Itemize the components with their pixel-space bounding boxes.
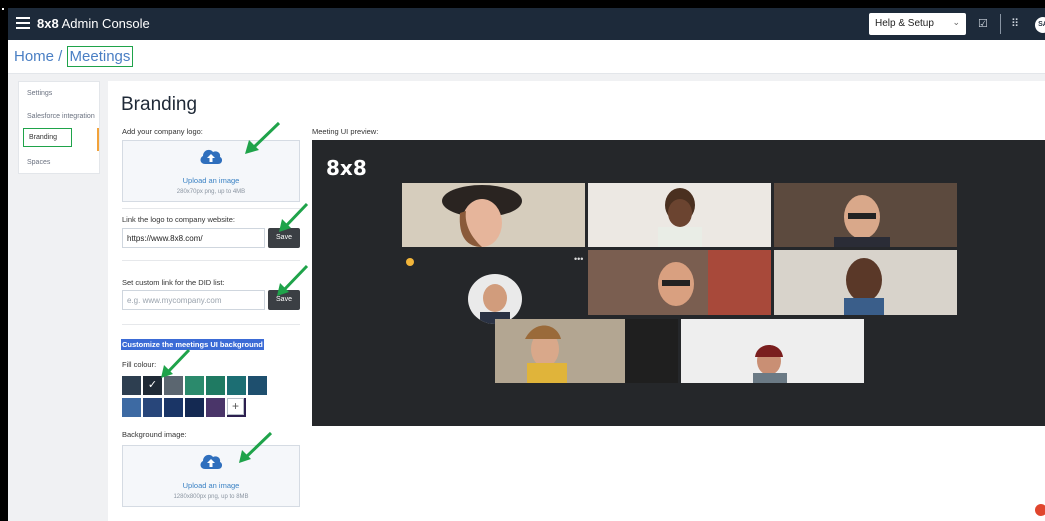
color-swatch[interactable] — [164, 398, 183, 417]
divider — [1000, 14, 1001, 34]
color-swatch[interactable] — [206, 398, 225, 417]
admin-console-window: 8x8 Admin Console Help & Setup⌄ ☑ ⠿ SA H… — [8, 8, 1045, 521]
meeting-ui-preview: 8x8 ••• — [312, 140, 1045, 426]
annotation-arrow-icon — [279, 202, 309, 232]
annotation-arrow-icon — [277, 264, 309, 296]
settings-sidebar: Settings Salesforce integration Branding… — [18, 81, 100, 174]
participant-photo — [495, 319, 678, 383]
sidebar-item-salesforce[interactable]: Salesforce integration — [27, 113, 95, 120]
video-tile — [774, 250, 957, 315]
upload-hint: 280x70px png, up to 4MB — [176, 189, 246, 195]
sidebar-item-settings[interactable]: Settings — [27, 90, 52, 97]
tasks-icon[interactable]: ☑ — [978, 17, 988, 30]
color-swatch[interactable] — [122, 376, 141, 395]
video-tile — [588, 250, 771, 315]
participant-photo — [588, 250, 771, 315]
avatar-tile — [468, 274, 522, 324]
video-tile — [681, 319, 864, 383]
chat-widget-icon[interactable] — [1035, 504, 1045, 516]
color-swatch[interactable] — [122, 398, 141, 417]
fill-colour-label: Fill colour: — [122, 360, 157, 369]
annotation-arrow-icon — [239, 431, 273, 463]
did-link-label: Set custom link for the DID list: — [122, 278, 225, 287]
breadcrumb-current: Meetings — [66, 46, 134, 67]
video-tile — [402, 183, 585, 247]
participant-photo — [774, 183, 957, 247]
active-indicator — [97, 128, 99, 151]
breadcrumb-bar: Home / Meetings — [8, 40, 1045, 74]
upload-hint: 1280x800px png, up to 8MB — [173, 494, 249, 500]
app-grid-icon[interactable]: ⠿ — [1011, 17, 1019, 30]
chevron-down-icon: ⌄ — [952, 17, 960, 27]
participant-photo — [402, 183, 585, 247]
help-setup-dropdown[interactable]: Help & Setup ⌄ — [869, 13, 966, 35]
annotation-arrow-icon — [245, 121, 281, 154]
annotation-arrow-icon — [161, 348, 191, 378]
upload-cta: Upload an image — [182, 176, 240, 185]
color-swatch[interactable] — [206, 376, 225, 395]
divider — [122, 260, 300, 261]
participant-photo — [681, 319, 864, 383]
status-badge — [406, 258, 414, 266]
avatar[interactable]: SA — [1035, 17, 1045, 33]
logo-label: Add your company logo: — [122, 127, 203, 136]
video-tile — [588, 183, 771, 247]
hamburger-menu-icon[interactable] — [16, 17, 30, 29]
color-swatch[interactable] — [248, 376, 267, 395]
customize-heading: Customize the meetings UI background — [121, 339, 264, 350]
add-color-button[interactable]: + — [227, 398, 244, 415]
cloud-upload-icon — [200, 454, 223, 469]
cloud-upload-icon — [200, 149, 223, 164]
divider — [122, 324, 300, 325]
video-tile — [774, 183, 957, 247]
app-title: 8x8 Admin Console — [37, 16, 150, 31]
video-tile — [495, 319, 678, 383]
breadcrumb: Home / Meetings — [14, 46, 134, 67]
website-label: Link the logo to company website: — [122, 215, 235, 224]
divider — [122, 208, 300, 209]
upload-cta: Upload an image — [182, 481, 240, 490]
sidebar-item-branding[interactable]: Branding — [23, 128, 73, 147]
did-link-input[interactable]: e.g. www.mycompany.com — [122, 290, 265, 310]
website-url-input[interactable]: https://www.8x8.com/ — [122, 228, 265, 248]
breadcrumb-separator: / — [54, 48, 67, 65]
sidebar-item-spaces[interactable]: Spaces — [27, 159, 50, 166]
background-image-label: Background image: — [122, 430, 187, 439]
breadcrumb-home[interactable]: Home — [14, 48, 54, 65]
color-swatch[interactable] — [185, 398, 204, 417]
more-options-icon: ••• — [574, 254, 584, 264]
preview-label: Meeting UI preview: — [312, 127, 379, 136]
top-bar: 8x8 Admin Console Help & Setup⌄ ☑ ⠿ SA — [8, 8, 1045, 40]
page-title: Branding — [121, 94, 198, 115]
preview-logo: 8x8 — [326, 156, 367, 180]
color-swatch[interactable] — [227, 376, 246, 395]
color-swatch[interactable] — [143, 398, 162, 417]
participant-photo — [468, 274, 522, 324]
participant-photo — [774, 250, 957, 315]
participant-photo — [588, 183, 771, 247]
